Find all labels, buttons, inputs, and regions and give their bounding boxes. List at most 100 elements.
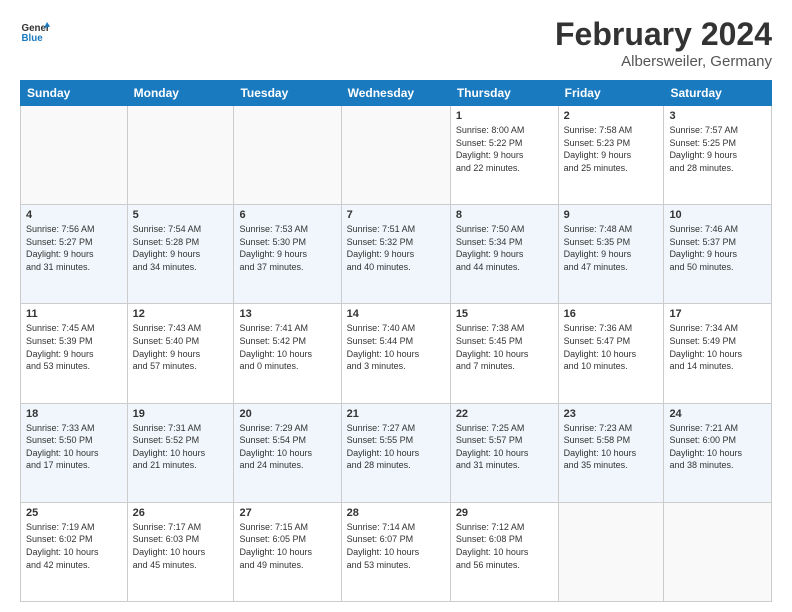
col-header-sunday: Sunday [21, 81, 128, 106]
calendar-day: 2 Sunrise: 7:58 AM Sunset: 5:23 PM Daylig… [558, 106, 664, 205]
calendar-day [234, 106, 341, 205]
day-info: Sunrise: 7:29 AM Sunset: 5:54 PM Dayligh… [239, 422, 335, 472]
day-info: Sunrise: 7:51 AM Sunset: 5:32 PM Dayligh… [347, 223, 445, 273]
calendar-table: SundayMondayTuesdayWednesdayThursdayFrid… [20, 80, 772, 602]
day-number: 11 [26, 308, 122, 320]
day-number: 26 [133, 507, 229, 519]
calendar-day: 10 Sunrise: 7:46 AM Sunset: 5:37 PM Dayli… [664, 205, 772, 304]
day-number: 27 [239, 507, 335, 519]
day-number: 2 [564, 110, 659, 122]
calendar-day: 16 Sunrise: 7:36 AM Sunset: 5:47 PM Dayli… [558, 304, 664, 403]
day-info: Sunrise: 7:48 AM Sunset: 5:35 PM Dayligh… [564, 223, 659, 273]
logo-icon: General Blue [20, 16, 50, 46]
calendar-day: 9Sunrise: 7:48 AM Sunset: 5:35 PM Daylig… [558, 205, 664, 304]
day-info: Sunrise: 7:57 AM Sunset: 5:25 PM Dayligh… [669, 124, 766, 174]
calendar-day: 28 Sunrise: 7:14 AM Sunset: 6:07 PM Dayli… [341, 502, 450, 601]
day-number: 16 [564, 308, 659, 320]
calendar-day: 3 Sunrise: 7:57 AM Sunset: 5:25 PM Daylig… [664, 106, 772, 205]
calendar-day: 14 Sunrise: 7:40 AM Sunset: 5:44 PM Dayli… [341, 304, 450, 403]
day-number: 7 [347, 209, 445, 221]
col-header-saturday: Saturday [664, 81, 772, 106]
calendar-day: 20 Sunrise: 7:29 AM Sunset: 5:54 PM Dayli… [234, 403, 341, 502]
day-info: Sunrise: 7:58 AM Sunset: 5:23 PM Dayligh… [564, 124, 659, 174]
calendar-week-4: 18 Sunrise: 7:33 AM Sunset: 5:50 PM Dayli… [21, 403, 772, 502]
calendar-day: 1 Sunrise: 8:00 AM Sunset: 5:22 PM Daylig… [450, 106, 558, 205]
calendar-day: 29 Sunrise: 7:12 AM Sunset: 6:08 PM Dayli… [450, 502, 558, 601]
day-info: Sunrise: 7:41 AM Sunset: 5:42 PM Dayligh… [239, 322, 335, 372]
day-number: 29 [456, 507, 553, 519]
day-info: Sunrise: 7:54 AM Sunset: 5:28 PM Dayligh… [133, 223, 229, 273]
calendar-header-row: SundayMondayTuesdayWednesdayThursdayFrid… [21, 81, 772, 106]
day-number: 24 [669, 408, 766, 420]
day-info: Sunrise: 7:31 AM Sunset: 5:52 PM Dayligh… [133, 422, 229, 472]
day-number: 5 [133, 209, 229, 221]
calendar-day: 25Sunrise: 7:19 AM Sunset: 6:02 PM Dayli… [21, 502, 128, 601]
day-info: Sunrise: 7:15 AM Sunset: 6:05 PM Dayligh… [239, 521, 335, 571]
calendar-day: 23Sunrise: 7:23 AM Sunset: 5:58 PM Dayli… [558, 403, 664, 502]
day-info: Sunrise: 7:12 AM Sunset: 6:08 PM Dayligh… [456, 521, 553, 571]
col-header-wednesday: Wednesday [341, 81, 450, 106]
col-header-monday: Monday [127, 81, 234, 106]
calendar-day: 22 Sunrise: 7:25 AM Sunset: 5:57 PM Dayli… [450, 403, 558, 502]
day-info: Sunrise: 7:43 AM Sunset: 5:40 PM Dayligh… [133, 322, 229, 372]
day-number: 10 [669, 209, 766, 221]
day-number: 18 [26, 408, 122, 420]
day-info: Sunrise: 7:45 AM Sunset: 5:39 PM Dayligh… [26, 322, 122, 372]
calendar-day [341, 106, 450, 205]
day-info: Sunrise: 7:40 AM Sunset: 5:44 PM Dayligh… [347, 322, 445, 372]
month-year: February 2024 [555, 16, 772, 53]
day-info: Sunrise: 7:17 AM Sunset: 6:03 PM Dayligh… [133, 521, 229, 571]
day-number: 19 [133, 408, 229, 420]
day-number: 20 [239, 408, 335, 420]
title-block: February 2024 Albersweiler, Germany [555, 16, 772, 70]
day-info: Sunrise: 7:38 AM Sunset: 5:45 PM Dayligh… [456, 322, 553, 372]
header: General Blue February 2024 Albersweiler,… [20, 16, 772, 70]
calendar-day: 12Sunrise: 7:43 AM Sunset: 5:40 PM Dayli… [127, 304, 234, 403]
day-number: 21 [347, 408, 445, 420]
calendar-day [127, 106, 234, 205]
day-number: 15 [456, 308, 553, 320]
day-number: 1 [456, 110, 553, 122]
day-info: Sunrise: 7:21 AM Sunset: 6:00 PM Dayligh… [669, 422, 766, 472]
calendar-week-3: 11 Sunrise: 7:45 AM Sunset: 5:39 PM Dayli… [21, 304, 772, 403]
col-header-thursday: Thursday [450, 81, 558, 106]
calendar-day [21, 106, 128, 205]
day-number: 6 [239, 209, 335, 221]
day-number: 17 [669, 308, 766, 320]
day-number: 23 [564, 408, 659, 420]
day-number: 28 [347, 507, 445, 519]
calendar-day: 4Sunrise: 7:56 AM Sunset: 5:27 PM Daylig… [21, 205, 128, 304]
col-header-tuesday: Tuesday [234, 81, 341, 106]
calendar-week-1: 1 Sunrise: 8:00 AM Sunset: 5:22 PM Daylig… [21, 106, 772, 205]
location: Albersweiler, Germany [555, 53, 772, 70]
calendar-day: 7 Sunrise: 7:51 AM Sunset: 5:32 PM Daylig… [341, 205, 450, 304]
day-info: Sunrise: 7:36 AM Sunset: 5:47 PM Dayligh… [564, 322, 659, 372]
day-number: 3 [669, 110, 766, 122]
calendar-day: 6 Sunrise: 7:53 AM Sunset: 5:30 PM Daylig… [234, 205, 341, 304]
calendar-day: 27 Sunrise: 7:15 AM Sunset: 6:05 PM Dayli… [234, 502, 341, 601]
page: General Blue February 2024 Albersweiler,… [0, 0, 792, 612]
calendar-week-2: 4Sunrise: 7:56 AM Sunset: 5:27 PM Daylig… [21, 205, 772, 304]
calendar-day: 19 Sunrise: 7:31 AM Sunset: 5:52 PM Dayli… [127, 403, 234, 502]
day-info: Sunrise: 7:27 AM Sunset: 5:55 PM Dayligh… [347, 422, 445, 472]
day-number: 14 [347, 308, 445, 320]
day-info: Sunrise: 7:33 AM Sunset: 5:50 PM Dayligh… [26, 422, 122, 472]
calendar-day: 26 Sunrise: 7:17 AM Sunset: 6:03 PM Dayli… [127, 502, 234, 601]
calendar-week-5: 25Sunrise: 7:19 AM Sunset: 6:02 PM Dayli… [21, 502, 772, 601]
day-info: Sunrise: 7:53 AM Sunset: 5:30 PM Dayligh… [239, 223, 335, 273]
day-number: 22 [456, 408, 553, 420]
day-number: 8 [456, 209, 553, 221]
day-info: Sunrise: 7:14 AM Sunset: 6:07 PM Dayligh… [347, 521, 445, 571]
day-number: 4 [26, 209, 122, 221]
day-info: Sunrise: 8:00 AM Sunset: 5:22 PM Dayligh… [456, 124, 553, 174]
day-info: Sunrise: 7:25 AM Sunset: 5:57 PM Dayligh… [456, 422, 553, 472]
calendar-body: 1 Sunrise: 8:00 AM Sunset: 5:22 PM Daylig… [21, 106, 772, 602]
svg-text:Blue: Blue [22, 33, 44, 44]
col-header-friday: Friday [558, 81, 664, 106]
calendar-day: 24 Sunrise: 7:21 AM Sunset: 6:00 PM Dayli… [664, 403, 772, 502]
day-number: 25 [26, 507, 122, 519]
calendar-day: 17Sunrise: 7:34 AM Sunset: 5:49 PM Dayli… [664, 304, 772, 403]
day-number: 13 [239, 308, 335, 320]
day-info: Sunrise: 7:46 AM Sunset: 5:37 PM Dayligh… [669, 223, 766, 273]
calendar-day: 15 Sunrise: 7:38 AM Sunset: 5:45 PM Dayli… [450, 304, 558, 403]
